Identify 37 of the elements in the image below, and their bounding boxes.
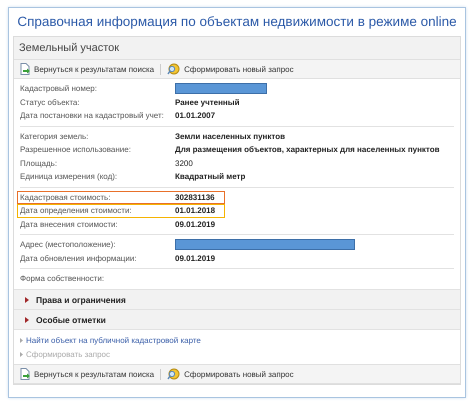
field-label: Кадастровый номер:: [20, 84, 98, 94]
collapsible-section[interactable]: Права и ограничения: [14, 290, 460, 310]
magnifier-icon: [167, 63, 182, 75]
field-label: Категория земель:: [20, 132, 90, 141]
field-label: Статус объекта:: [20, 98, 81, 107]
field-value: 09.01.2019: [175, 220, 216, 229]
field-value: 09.01.2019: [175, 254, 216, 263]
document-arrow-icon: [20, 368, 31, 380]
magnifier-icon: [167, 368, 182, 380]
field-label: Дата внесения стоимости:: [20, 220, 119, 229]
chevron-icon: [20, 352, 23, 356]
field-value: Ранее учтенный: [175, 98, 240, 107]
new-request-link[interactable]: Сформировать новый запрос: [165, 63, 296, 75]
collapsible-section[interactable]: Особые отметки: [14, 310, 460, 330]
field-label: Дата обновления информации:: [20, 254, 138, 263]
document-arrow-icon: [20, 63, 31, 75]
panel-heading: Земельный участок: [14, 37, 460, 59]
new-request-link[interactable]: Сформировать новый запрос: [165, 368, 296, 380]
field-value: Квадратный метр: [175, 172, 246, 182]
field-label: Дата постановки на кадастровый учет:: [20, 111, 165, 120]
back-to-results-link[interactable]: Вернуться к результатам поиска: [18, 368, 156, 380]
page-title: Справочная информация по объектам недвижимости в режиме online: [16, 13, 458, 31]
field-value: 01.01.2018: [175, 206, 216, 216]
field-value: 3200: [175, 158, 193, 168]
field-label: Дата определения стоимости:: [20, 206, 133, 216]
field-value: 302831136: [175, 192, 215, 202]
field-value: 01.01.2007: [175, 111, 216, 120]
chevron-icon: [20, 338, 23, 342]
field-label: Адрес (местоположение):: [20, 240, 117, 250]
field-value: Земли населенных пунктов: [175, 132, 286, 141]
field-label: Единица измерения (код):: [20, 172, 118, 182]
field-label: Разрешенное использование:: [20, 145, 132, 154]
field-label: Кадастровая стоимость:: [20, 192, 112, 202]
map-link[interactable]: Найти объект на публичной кадастровой карте: [26, 336, 201, 344]
back-to-results-link[interactable]: Вернуться к результатам поиска: [18, 63, 156, 75]
field-label: Площадь:: [20, 158, 58, 168]
field-value: Для размещения объектов, характерных для населенных пунктов: [175, 145, 440, 154]
